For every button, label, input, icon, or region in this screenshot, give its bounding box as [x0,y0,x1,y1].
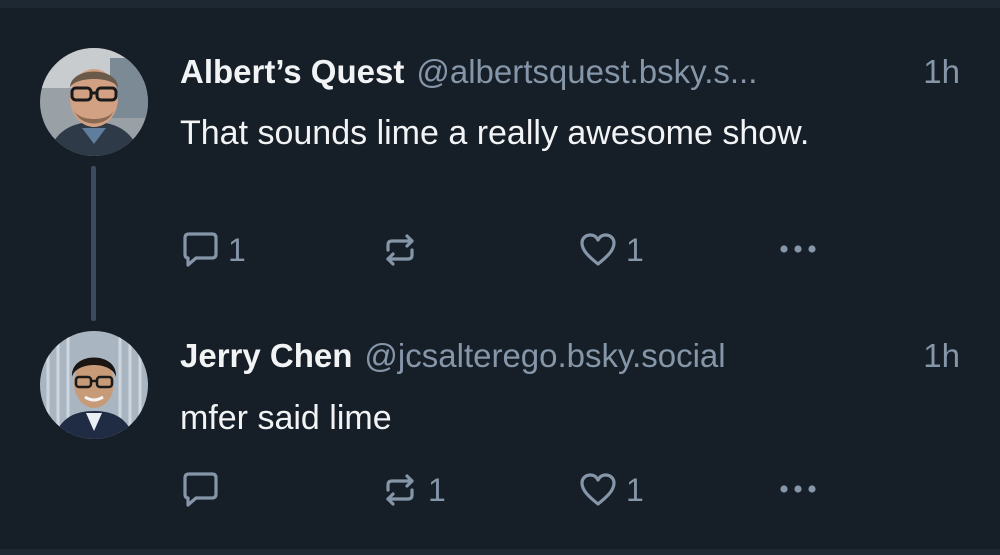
top-divider [0,0,1000,8]
reply-button[interactable]: 1 [180,230,246,270]
repost-arrows-icon [380,470,420,510]
avatar-albert[interactable] [40,48,148,156]
like-button[interactable]: 1 [578,230,644,270]
reply-button[interactable] [180,470,228,510]
post-albert[interactable]: Albert’s Quest @albertsquest.bsky.s... 1… [0,8,1000,321]
ellipsis-icon [776,474,820,504]
repost-button[interactable]: 1 [380,470,446,510]
repost-arrows-icon [380,230,420,270]
speech-bubble-icon [180,470,220,510]
avatar-jerry[interactable] [40,331,148,439]
repost-button[interactable] [380,230,428,270]
more-options-button[interactable] [776,234,820,264]
author-handle[interactable]: @jcsalterego.bsky.social [364,337,725,375]
reply-count: 1 [228,231,246,268]
post-text: That sounds lime a really awesome show. [180,114,810,152]
bottom-divider [0,549,1000,555]
like-button[interactable]: 1 [578,470,644,510]
post-actions: 1 1 [180,470,840,510]
author-handle[interactable]: @albertsquest.bsky.s... [416,53,757,91]
speech-bubble-icon [180,230,220,270]
heart-icon [578,470,618,510]
post-actions: 1 1 [180,230,840,270]
ellipsis-icon [776,234,820,264]
heart-icon [578,230,618,270]
like-count: 1 [626,471,644,508]
author-name[interactable]: Albert’s Quest [180,53,404,91]
post-timestamp[interactable]: 1h [903,53,960,91]
post-timestamp[interactable]: 1h [903,337,960,375]
avatar-albert-image [40,48,148,156]
thread-line [91,166,96,321]
more-options-button[interactable] [776,474,820,504]
post-jerry[interactable]: Jerry Chen @jcsalterego.bsky.social 1h m… [0,313,1000,549]
like-count: 1 [626,231,644,268]
post-text: mfer said lime [180,399,392,437]
repost-count: 1 [428,471,446,508]
author-name[interactable]: Jerry Chen [180,337,352,375]
avatar-jerry-image [40,331,148,439]
post-header: Jerry Chen @jcsalterego.bsky.social 1h [180,337,960,381]
post-header: Albert’s Quest @albertsquest.bsky.s... 1… [180,53,960,97]
